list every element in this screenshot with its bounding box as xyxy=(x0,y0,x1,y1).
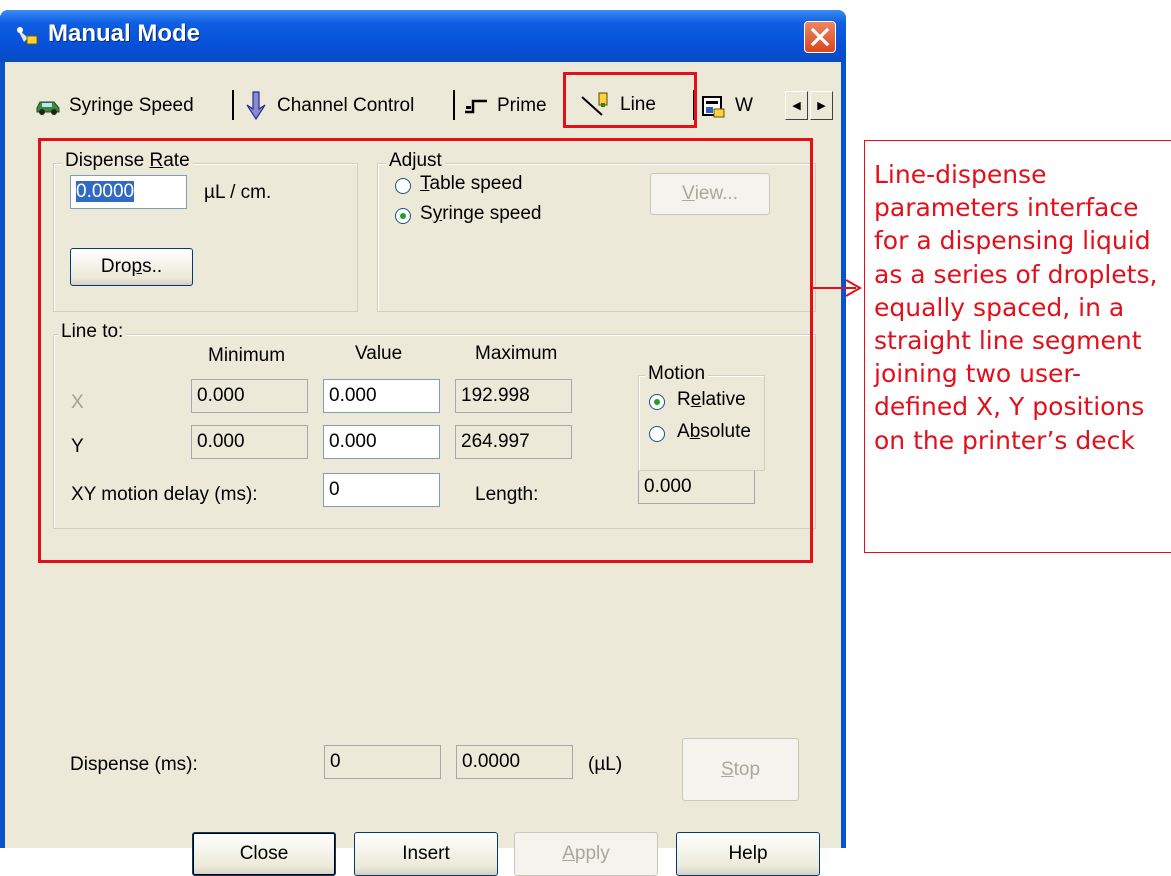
dispense-ms-label: Dispense (ms): xyxy=(70,754,198,775)
tab-prime[interactable]: Prime xyxy=(463,88,547,124)
car-icon xyxy=(36,101,60,115)
down-arrow-icon xyxy=(246,91,266,121)
tab-channel-control[interactable]: Channel Control xyxy=(245,88,414,124)
help-button[interactable]: Help xyxy=(676,832,820,876)
window-close-button[interactable] xyxy=(804,21,836,53)
tab-separator xyxy=(453,90,455,120)
tab-separator xyxy=(232,90,234,120)
window-title: Manual Mode xyxy=(48,20,201,47)
line-tab-highlight xyxy=(563,72,697,128)
close-icon xyxy=(810,27,830,47)
dispense-ms-field: 0 xyxy=(324,745,441,779)
prime-icon xyxy=(465,99,487,114)
tab-label: Channel Control xyxy=(277,95,415,116)
app-icon xyxy=(17,27,38,45)
tab-label: W xyxy=(735,95,753,116)
close-button[interactable]: Close xyxy=(192,832,336,876)
tab-w[interactable]: W xyxy=(701,88,753,124)
printer-icon xyxy=(702,96,725,118)
annotation-text: Line-dispense parameters interface for a… xyxy=(874,160,1158,455)
insert-button[interactable]: Insert xyxy=(354,832,498,876)
tab-scroll-right-button[interactable]: ▶ xyxy=(810,91,833,120)
tab-scroll-left-button[interactable]: ◀ xyxy=(785,91,808,120)
dispense-ul-field: 0.0000 xyxy=(456,745,573,779)
left-arrow-icon: ◀ xyxy=(792,100,801,112)
tab-label: Prime xyxy=(497,95,547,116)
dispense-unit-label: (µL) xyxy=(588,754,623,775)
annotation-arrow-icon xyxy=(813,279,863,297)
tab-label: Syringe Speed xyxy=(69,95,194,116)
line-parameters-highlight xyxy=(38,138,813,563)
tab-syringe-speed[interactable]: Syringe Speed xyxy=(35,88,194,124)
right-arrow-icon: ▶ xyxy=(817,100,826,112)
apply-button[interactable]: Apply xyxy=(514,832,658,876)
tab-scroll-buttons: ◀ ▶ xyxy=(785,91,835,120)
stop-button[interactable]: Stop xyxy=(682,738,799,801)
title-bar[interactable]: Manual Mode xyxy=(0,10,846,62)
